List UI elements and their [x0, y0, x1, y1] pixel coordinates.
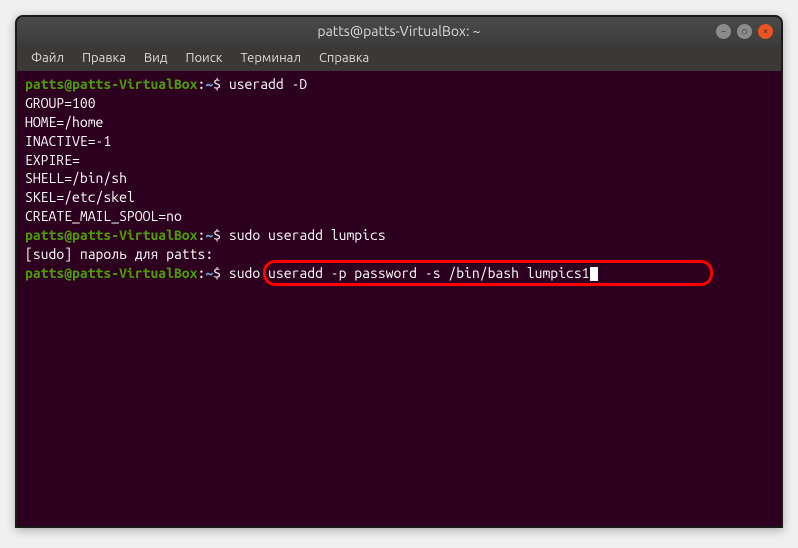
prompt-user: patts@patts-VirtualBox: [25, 76, 197, 92]
terminal-line: patts@patts-VirtualBox:~$ sudo useradd l…: [25, 226, 773, 245]
menu-edit[interactable]: Правка: [74, 48, 134, 68]
prompt-user: patts@patts-VirtualBox: [25, 265, 197, 281]
terminal-output: SHELL=/bin/sh: [25, 169, 773, 188]
terminal-output: HOME=/home: [25, 113, 773, 132]
titlebar[interactable]: patts@patts-VirtualBox: ~ − ○ ×: [17, 17, 781, 45]
prompt-sign: $: [213, 265, 229, 281]
terminal-window: patts@patts-VirtualBox: ~ − ○ × Файл Пра…: [15, 15, 783, 528]
prompt-user: patts@patts-VirtualBox: [25, 227, 197, 243]
maximize-icon: ○: [742, 26, 747, 37]
terminal-body[interactable]: patts@patts-VirtualBox:~$ useradd -D GRO…: [17, 71, 781, 526]
menu-terminal[interactable]: Терминал: [232, 48, 308, 68]
terminal-output: EXPIRE=: [25, 151, 773, 170]
menu-help[interactable]: Справка: [311, 48, 377, 68]
prompt-path: ~: [205, 265, 213, 281]
cmd-text: sudo useradd -p password -s /bin/bash lu…: [229, 265, 590, 281]
terminal-content: patts@patts-VirtualBox:~$ useradd -D GRO…: [25, 75, 773, 283]
terminal-output: INACTIVE=-1: [25, 132, 773, 151]
cmd-text: useradd -D: [229, 76, 307, 92]
minimize-button[interactable]: −: [716, 24, 731, 39]
minimize-icon: −: [721, 26, 726, 36]
terminal-line: patts@patts-VirtualBox:~$ useradd -D: [25, 75, 773, 94]
terminal-line: patts@patts-VirtualBox:~$ sudo useradd -…: [25, 264, 773, 283]
terminal-output: CREATE_MAIL_SPOOL=no: [25, 207, 773, 226]
maximize-button[interactable]: ○: [737, 24, 752, 39]
prompt-sign: $: [213, 76, 229, 92]
menu-search[interactable]: Поиск: [177, 48, 230, 68]
close-button[interactable]: ×: [758, 24, 773, 39]
prompt-sign: $: [213, 227, 229, 243]
cursor: [590, 267, 598, 281]
cmd-text: sudo useradd lumpics: [229, 227, 386, 243]
terminal-output: [sudo] пароль для patts:: [25, 245, 773, 264]
menu-view[interactable]: Вид: [136, 48, 176, 68]
close-icon: ×: [763, 26, 768, 36]
prompt-path: ~: [205, 76, 213, 92]
menubar: Файл Правка Вид Поиск Терминал Справка: [17, 45, 781, 71]
window-title: patts@patts-VirtualBox: ~: [317, 23, 480, 39]
window-controls: − ○ ×: [716, 24, 773, 39]
terminal-output: SKEL=/etc/skel: [25, 188, 773, 207]
menu-file[interactable]: Файл: [23, 48, 72, 68]
prompt-path: ~: [205, 227, 213, 243]
terminal-output: GROUP=100: [25, 94, 773, 113]
